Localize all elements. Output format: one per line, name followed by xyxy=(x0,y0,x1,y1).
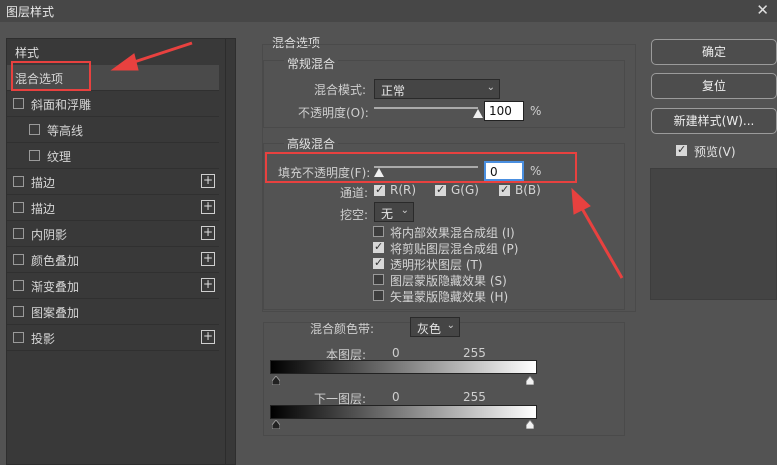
style-preview-swatch xyxy=(650,168,777,300)
title-bar xyxy=(0,0,777,22)
advanced-option-label: 矢量蒙版隐藏效果 (H) xyxy=(390,290,509,304)
chevron-down-icon: ⌄ xyxy=(446,320,455,331)
advanced-option-label: 图层蒙版隐藏效果 (S) xyxy=(390,274,507,288)
blend-mode-label: 混合模式: xyxy=(314,83,367,97)
underlying-layer-gradient xyxy=(270,405,537,419)
blend-if-label: 混合颜色带: xyxy=(310,322,375,336)
style-item-checkbox[interactable] xyxy=(13,332,24,343)
style-item-label: 描边 xyxy=(31,176,56,190)
advanced-option-label: 将剪贴图层混合成组 (P) xyxy=(390,242,519,256)
style-item-label: 内阴影 xyxy=(31,228,68,242)
style-item-label: 投影 xyxy=(31,332,56,346)
underlying-white-handle[interactable] xyxy=(526,420,534,429)
blend-if-value: 灰色 xyxy=(417,322,442,336)
knockout-label: 挖空: xyxy=(340,208,369,222)
plus-icon[interactable]: + xyxy=(201,278,215,292)
channel-checkbox[interactable] xyxy=(499,183,510,196)
style-item-label: 斜面和浮雕 xyxy=(31,98,92,112)
opacity-slider-track[interactable] xyxy=(374,107,478,109)
this-layer-low: 0 xyxy=(392,346,400,360)
style-item-checkbox[interactable] xyxy=(13,98,24,109)
advanced-option-checkbox[interactable] xyxy=(373,256,384,269)
this-layer-high: 255 xyxy=(463,346,486,360)
styles-list-panel: 样式 混合选项 斜面和浮雕 等高线 纹理 描边 + 描边 + 内阴影 + 颜色叠加 + 渐变叠加 + 图案叠… xyxy=(6,38,236,465)
style-item[interactable]: 斜面和浮雕 xyxy=(7,91,219,117)
advanced-option-checkbox[interactable] xyxy=(373,240,384,253)
plus-icon[interactable]: + xyxy=(201,330,215,344)
channel-checkbox[interactable] xyxy=(374,183,385,196)
advanced-option-checkbox[interactable] xyxy=(373,290,384,301)
this-layer-black-handle[interactable] xyxy=(272,376,280,385)
style-item-checkbox[interactable] xyxy=(13,228,24,239)
channel-checkbox[interactable] xyxy=(435,183,446,196)
preview-label: 预览(V) xyxy=(694,145,736,159)
knockout-select[interactable]: 无 ⌄ xyxy=(374,202,414,222)
opacity-slider-thumb[interactable] xyxy=(473,109,483,118)
style-item-checkbox[interactable] xyxy=(13,306,24,317)
style-item-label: 颜色叠加 xyxy=(31,254,80,268)
style-item-label: 等高线 xyxy=(47,124,84,138)
reset-button[interactable]: 复位 xyxy=(651,73,777,99)
new-style-button[interactable]: 新建样式(W)... xyxy=(651,108,777,134)
blend-if-select[interactable]: 灰色 ⌄ xyxy=(410,317,460,337)
general-blending-title: 常规混合 xyxy=(284,55,339,72)
advanced-option-label: 将内部效果混合成组 (I) xyxy=(390,226,515,240)
plus-icon[interactable]: + xyxy=(201,226,215,240)
style-item-label: 描边 xyxy=(31,202,56,216)
advanced-option-checkbox[interactable] xyxy=(373,226,384,237)
style-item-checkbox[interactable] xyxy=(13,176,24,187)
blend-mode-select[interactable]: 正常 ⌄ xyxy=(374,79,500,99)
style-item[interactable]: 纹理 xyxy=(7,143,219,169)
knockout-value: 无 xyxy=(381,207,394,221)
this-layer-gradient xyxy=(270,360,537,374)
styles-header: 样式 xyxy=(15,46,40,60)
channel-label: G(G) xyxy=(451,183,479,197)
chevron-down-icon: ⌄ xyxy=(400,205,409,216)
style-item[interactable]: 颜色叠加 + xyxy=(7,247,219,273)
opacity-percent: % xyxy=(530,104,542,118)
style-item-checkbox[interactable] xyxy=(13,202,24,213)
blend-mode-value: 正常 xyxy=(381,84,406,98)
style-item[interactable]: 渐变叠加 + xyxy=(7,273,219,299)
style-item[interactable]: 描边 + xyxy=(7,169,219,195)
plus-icon[interactable]: + xyxy=(201,200,215,214)
plus-icon[interactable]: + xyxy=(201,174,215,188)
style-item-checkbox[interactable] xyxy=(29,150,40,161)
chevron-down-icon: ⌄ xyxy=(486,82,495,93)
this-layer-white-handle[interactable] xyxy=(526,376,534,385)
underlying-layer-low: 0 xyxy=(392,390,400,404)
channel-label: R(R) xyxy=(390,183,417,197)
advanced-option-checkbox[interactable] xyxy=(373,274,384,285)
channel-label: B(B) xyxy=(515,183,541,197)
close-icon[interactable]: ✕ xyxy=(756,1,769,19)
preview-checkbox[interactable] xyxy=(676,143,687,156)
style-item-label: 渐变叠加 xyxy=(31,280,80,294)
style-item[interactable]: 等高线 xyxy=(7,117,219,143)
opacity-label: 不透明度(O): xyxy=(298,106,369,120)
style-item-label: 图案叠加 xyxy=(31,306,80,320)
annotation-box-blend-options xyxy=(11,61,91,91)
channels-label: 通道: xyxy=(340,186,369,200)
underlying-layer-high: 255 xyxy=(463,390,486,404)
underlying-black-handle[interactable] xyxy=(272,420,280,429)
advanced-option-label: 透明形状图层 (T) xyxy=(390,258,483,272)
style-item[interactable]: 投影 + xyxy=(7,325,219,351)
style-item-checkbox[interactable] xyxy=(13,280,24,291)
style-item[interactable]: 描边 + xyxy=(7,195,219,221)
ok-button[interactable]: 确定 xyxy=(651,39,777,65)
opacity-field[interactable]: 100 xyxy=(484,101,524,121)
styles-list-scrollbar[interactable] xyxy=(225,39,235,464)
plus-icon[interactable]: + xyxy=(201,252,215,266)
window-title: 图层样式 xyxy=(6,5,55,19)
style-item-checkbox[interactable] xyxy=(29,124,40,135)
style-item[interactable]: 内阴影 + xyxy=(7,221,219,247)
advanced-blending-title: 高级混合 xyxy=(284,135,339,152)
style-item-label: 纹理 xyxy=(47,150,72,164)
style-item-checkbox[interactable] xyxy=(13,254,24,265)
style-item[interactable]: 图案叠加 xyxy=(7,299,219,325)
annotation-box-fill-opacity xyxy=(265,152,577,183)
